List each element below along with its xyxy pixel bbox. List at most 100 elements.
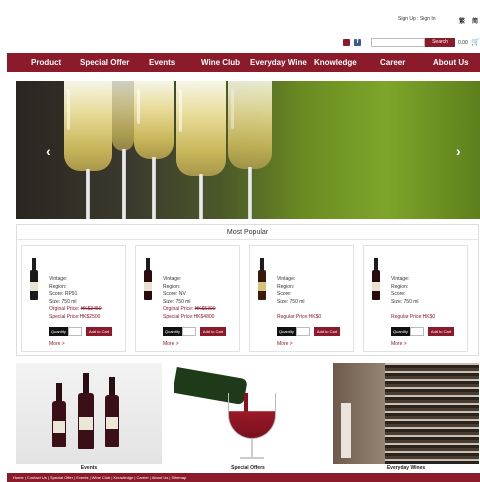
main-nav: Product Special Offer Events Wine Club E… bbox=[7, 53, 480, 72]
wine-bottle-image[interactable] bbox=[30, 258, 38, 300]
quantity-label: Quantity bbox=[163, 327, 182, 336]
product-card: Vintage: Region: Score: Size: 750 ml Reg… bbox=[249, 245, 354, 352]
everyday-wines-label[interactable]: Everyday Wines bbox=[333, 465, 479, 471]
product-card: Vintage: Region: Score: Size: 750 ml Reg… bbox=[363, 245, 468, 352]
product-size: Size: 750 ml bbox=[277, 298, 305, 305]
search-input[interactable] bbox=[371, 38, 425, 47]
more-link[interactable]: More > bbox=[391, 341, 407, 347]
more-link[interactable]: More > bbox=[49, 341, 65, 347]
glass-stem bbox=[248, 167, 252, 219]
special-price: Special Price:HK$4800 bbox=[163, 313, 215, 320]
regular-price: Regular Price:HK$0 bbox=[277, 313, 322, 320]
wine-bottle-image bbox=[78, 373, 94, 449]
glass-stem bbox=[152, 157, 156, 219]
champagne-glass-image bbox=[134, 81, 174, 159]
product-vintage: Vintage: bbox=[277, 276, 296, 282]
cart-total: 0.00 bbox=[458, 40, 468, 46]
product-size: Size: 750 ml bbox=[391, 298, 419, 305]
add-to-cart-button[interactable]: Add to Cart bbox=[427, 327, 455, 336]
facebook-icon[interactable]: f bbox=[354, 39, 361, 46]
add-to-cart-button[interactable]: Add to Cart bbox=[85, 327, 113, 336]
glass-stem bbox=[86, 169, 90, 219]
more-link[interactable]: More > bbox=[277, 341, 293, 347]
quantity-row: Quantity Add to Cart bbox=[49, 327, 113, 336]
add-to-cart-button[interactable]: Add to Cart bbox=[199, 327, 227, 336]
everyday-wines-promo-image[interactable] bbox=[333, 363, 479, 464]
original-price: Orginal Price: HK$3450 bbox=[49, 306, 102, 312]
glass-base bbox=[240, 457, 264, 459]
wine-bottle-image[interactable] bbox=[144, 258, 152, 300]
champagne-glass-image bbox=[112, 81, 134, 151]
glass-stem bbox=[122, 149, 126, 219]
product-region: Region: bbox=[163, 283, 181, 290]
events-label[interactable]: Events bbox=[16, 465, 162, 471]
product-card: Vintage: Region: Score: NV Size: 750 ml … bbox=[135, 245, 240, 352]
wine-bottle-image[interactable] bbox=[258, 258, 266, 300]
product-vintage: Vintage: bbox=[391, 276, 410, 282]
regular-price: Regular Price:HK$0 bbox=[391, 313, 436, 320]
hero-slider: ‹ › bbox=[16, 81, 480, 219]
quantity-label: Quantity bbox=[49, 327, 68, 336]
quantity-label: Quantity bbox=[391, 327, 410, 336]
quantity-label: Quantity bbox=[277, 327, 296, 336]
product-size: Size: 750 ml bbox=[49, 298, 77, 305]
product-details: Vintage: Region: Score: RP91 Size: 750 m… bbox=[49, 276, 102, 321]
product-score: Score: bbox=[277, 291, 292, 297]
slider-prev-arrow[interactable]: ‹ bbox=[46, 143, 51, 159]
nav-item-events[interactable]: Events bbox=[149, 53, 175, 72]
most-popular-section: Most Popular Vintage: Region: Score: RP9… bbox=[16, 224, 479, 356]
wine-bottle-image bbox=[52, 383, 66, 447]
product-score: Score: bbox=[391, 291, 406, 297]
quantity-input[interactable] bbox=[67, 327, 82, 336]
search-button[interactable]: Search bbox=[425, 38, 455, 47]
glass-stem bbox=[199, 174, 203, 219]
product-score: Score: RP91 bbox=[49, 291, 78, 297]
nav-item-about-us[interactable]: About Us bbox=[433, 53, 469, 72]
quantity-input[interactable] bbox=[181, 327, 196, 336]
product-vintage: Vintage: bbox=[163, 276, 182, 282]
product-size: Size: 750 ml bbox=[163, 298, 191, 305]
product-score: Score: NV bbox=[163, 291, 186, 297]
footer-links[interactable]: Home | Contact Us | Special Offer | Even… bbox=[7, 473, 480, 482]
quantity-input[interactable] bbox=[409, 327, 424, 336]
top-bar: Sign Up : Sign In 繁 简 f Search 0.00 🛒 bbox=[0, 0, 480, 50]
nav-item-everyday-wine[interactable]: Everyday Wine bbox=[250, 53, 307, 72]
special-offers-promo-image[interactable] bbox=[174, 363, 322, 464]
product-details: Vintage: Region: Score: Size: 750 ml Reg… bbox=[391, 276, 435, 321]
product-details: Vintage: Region: Score: NV Size: 750 ml … bbox=[163, 276, 216, 321]
champagne-glass-image bbox=[228, 81, 272, 169]
slider-next-arrow[interactable]: › bbox=[456, 143, 461, 159]
nav-item-wine-club[interactable]: Wine Club bbox=[201, 53, 240, 72]
events-promo-image[interactable] bbox=[16, 363, 162, 464]
quantity-row: Quantity Add to Cart bbox=[277, 327, 341, 336]
more-link[interactable]: More > bbox=[163, 341, 179, 347]
wine-bottle-image[interactable] bbox=[372, 258, 380, 300]
quantity-input[interactable] bbox=[295, 327, 310, 336]
original-price: Orginal Price: HK$5300 bbox=[163, 306, 216, 312]
cart-icon[interactable]: 🛒 bbox=[471, 38, 480, 46]
wine-bottle-image bbox=[105, 377, 119, 447]
special-offers-label[interactable]: Special Offers bbox=[174, 465, 322, 471]
special-price: Special Price:HK$2500 bbox=[49, 313, 101, 320]
product-card: Vintage: Region: Score: RP91 Size: 750 m… bbox=[21, 245, 126, 352]
section-title: Most Popular bbox=[17, 225, 478, 240]
add-to-cart-button[interactable]: Add to Cart bbox=[313, 327, 341, 336]
product-region: Region: bbox=[391, 283, 409, 290]
champagne-glass-image bbox=[176, 81, 226, 176]
product-region: Region: bbox=[277, 283, 295, 290]
product-vintage: Vintage: bbox=[49, 276, 68, 282]
glass-stem bbox=[251, 439, 253, 457]
wine-glass-image bbox=[228, 393, 276, 439]
nav-item-product[interactable]: Product bbox=[31, 53, 61, 72]
nav-item-special-offer[interactable]: Special Offer bbox=[80, 53, 129, 72]
traditional-chinese-link[interactable]: 繁 bbox=[459, 16, 465, 25]
email-icon[interactable] bbox=[343, 39, 350, 46]
product-region: Region: bbox=[49, 283, 67, 290]
nav-item-career[interactable]: Career bbox=[380, 53, 405, 72]
champagne-glass-image bbox=[64, 81, 112, 171]
auth-links[interactable]: Sign Up : Sign In bbox=[398, 16, 436, 22]
simplified-chinese-link[interactable]: 简 bbox=[472, 16, 478, 25]
nav-item-knowledge[interactable]: Knowledge bbox=[314, 53, 357, 72]
product-details: Vintage: Region: Score: Size: 750 ml Reg… bbox=[277, 276, 321, 321]
quantity-row: Quantity Add to Cart bbox=[163, 327, 227, 336]
